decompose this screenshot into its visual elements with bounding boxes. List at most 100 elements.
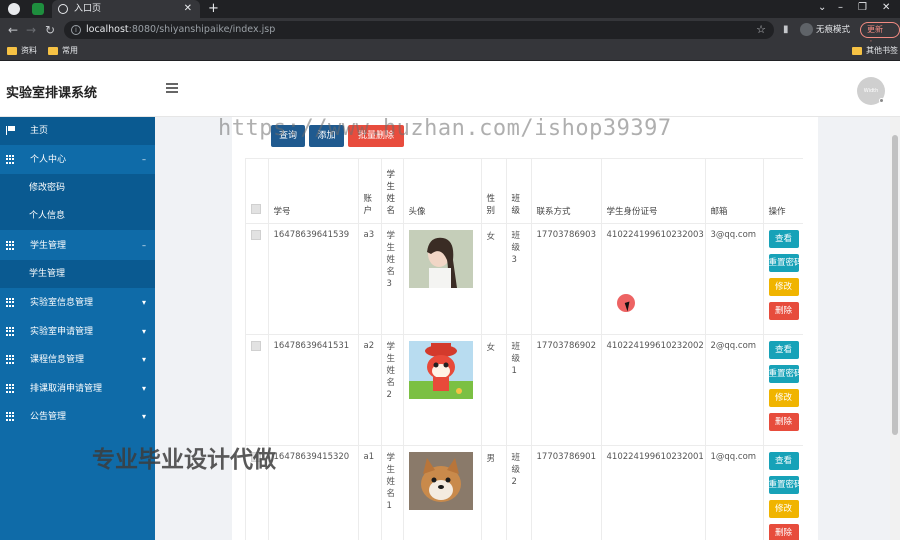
table-row: 16478639641531 a2 学生姓名2 女 班级1 1770378690… <box>246 334 803 446</box>
sidebar-item-personal-info[interactable]: 个人信息 <box>0 202 155 230</box>
flag-icon <box>6 126 15 135</box>
cell-gender: 女 <box>481 334 507 446</box>
sidebar-item-home[interactable]: 主页 <box>0 117 155 145</box>
cell-account: a1 <box>358 445 382 540</box>
collapse-icon: – <box>142 155 146 164</box>
col-header: 学号 <box>268 159 359 224</box>
cell-idcard: 410224199610232002 <box>601 334 706 446</box>
row-checkbox[interactable] <box>246 223 269 335</box>
expand-icon: ▾ <box>141 384 146 393</box>
minimize-button[interactable]: – <box>838 0 843 16</box>
sidebar-item-lab-apply[interactable]: 实验室申请管理 ▾ <box>0 318 155 346</box>
view-button[interactable]: 查看 <box>768 340 799 359</box>
watermark-url: https://www.huzhan.com/ishop39397 <box>218 116 672 141</box>
new-tab-button[interactable]: + <box>208 0 219 17</box>
view-button[interactable]: 查看 <box>768 451 799 470</box>
table-row: 16478639641539 a3 学生姓名3 女 班级3 1770378690… <box>246 223 803 335</box>
sidebar-item-personal-center[interactable]: 个人中心 – <box>0 146 155 174</box>
col-header: 操作 <box>763 159 803 224</box>
expand-icon: ▾ <box>141 412 146 421</box>
reset-password-button[interactable]: 重置密码 <box>768 253 799 272</box>
grid-icon <box>6 155 15 164</box>
site-info-icon[interactable]: i <box>71 25 81 35</box>
browser-tab-bar: 入口页 ✕ + ⌄ – ❐ ✕ <box>0 0 900 18</box>
avatar-photo-girl[interactable] <box>408 229 473 288</box>
edit-button[interactable]: 修改 <box>768 277 799 296</box>
sidebar: 主页 个人中心 – 修改密码 个人信息 学生管理 – 学生管理 实验室信息管理 … <box>0 117 155 540</box>
menu-toggle-icon[interactable] <box>166 83 178 93</box>
cell-actions: 查看 重置密码 修改 删除 <box>763 223 803 335</box>
grid-icon <box>6 241 15 250</box>
browser-toolbar: ← → ↻ i localhost:8080/shiyanshipaike/in… <box>0 18 900 48</box>
view-button[interactable]: 查看 <box>768 229 799 248</box>
user-avatar[interactable]: Width <box>857 77 885 105</box>
cell-class: 班级2 <box>506 445 532 540</box>
sidebar-item-lab-info[interactable]: 实验室信息管理 ▾ <box>0 289 155 317</box>
other-bookmarks[interactable]: 其他书签 <box>852 42 898 60</box>
cell-phone: 17703786903 <box>531 223 602 335</box>
collapse-icon: – <box>142 241 146 250</box>
tab-active[interactable]: 入口页 ✕ <box>52 0 200 18</box>
avatar-photo-dog[interactable] <box>408 451 473 510</box>
cell-idcard: 410224199610232001 <box>601 445 706 540</box>
cell-actions: 查看 重置密码 修改 删除 <box>763 445 803 540</box>
col-header: 账户 <box>358 159 382 224</box>
reload-button[interactable]: ↻ <box>45 21 55 39</box>
cell-name: 学生姓名1 <box>381 445 404 540</box>
cell-name: 学生姓名3 <box>381 223 404 335</box>
folder-icon <box>852 47 862 55</box>
page-scrollbar-thumb[interactable] <box>892 135 898 435</box>
delete-button[interactable]: 删除 <box>768 523 799 540</box>
sidebar-item-student-mgmt-sub[interactable]: 学生管理 <box>0 260 155 288</box>
sidebar-item-student-mgmt[interactable]: 学生管理 – <box>0 232 155 260</box>
reset-password-button[interactable]: 重置密码 <box>768 364 799 383</box>
col-header: 头像 <box>403 159 482 224</box>
status-dot <box>879 98 884 103</box>
cell-email: 2@qq.com <box>705 334 764 446</box>
folder-icon <box>48 47 58 55</box>
reset-password-button[interactable]: 重置密码 <box>768 475 799 494</box>
tab-search-icon[interactable]: ⌄ <box>818 0 826 16</box>
delete-button[interactable]: 删除 <box>768 412 799 431</box>
bookmark-star-icon[interactable]: ☆ <box>756 21 766 39</box>
incognito-indicator[interactable]: 无痕模式 <box>800 21 850 39</box>
cell-account: a2 <box>358 334 382 446</box>
avatar-cartoon-fox[interactable] <box>408 340 473 399</box>
cell-idcard: 410224199610232003 <box>601 223 706 335</box>
browser-logo-icon[interactable] <box>8 3 20 15</box>
cell-avatar <box>403 223 482 335</box>
cell-class: 班级3 <box>506 223 532 335</box>
sidebar-item-course-info[interactable]: 课程信息管理 ▾ <box>0 346 155 374</box>
expand-icon: ▾ <box>141 327 146 336</box>
cell-phone: 17703786901 <box>531 445 602 540</box>
url-host: localhost <box>86 24 129 35</box>
delete-button[interactable]: 删除 <box>768 301 799 320</box>
cell-gender: 女 <box>481 223 507 335</box>
edit-button[interactable]: 修改 <box>768 388 799 407</box>
sidebar-item-schedule-cancel[interactable]: 排课取消申请管理 ▾ <box>0 375 155 403</box>
sheets-tab-icon[interactable] <box>32 3 44 15</box>
close-window-button[interactable]: ✕ <box>882 0 890 16</box>
app-title: 实验室排课系统 <box>6 86 98 101</box>
incognito-icon <box>800 23 813 36</box>
row-checkbox[interactable] <box>246 334 269 446</box>
select-all-checkbox[interactable] <box>246 159 269 224</box>
bookmark-folder-changyong[interactable]: 常用 <box>48 42 78 60</box>
table-row: 16478639415320 a1 学生姓名1 男 班级2 1770378690… <box>246 445 803 540</box>
sidebar-item-change-password[interactable]: 修改密码 <box>0 174 155 202</box>
forward-button[interactable]: → <box>26 21 36 39</box>
tab-title: 入口页 <box>74 4 102 14</box>
sidebar-item-notice[interactable]: 公告管理 ▾ <box>0 403 155 431</box>
cell-name: 学生姓名2 <box>381 334 404 446</box>
address-bar[interactable]: i localhost:8080/shiyanshipaike/index.js… <box>64 21 774 39</box>
table-header-row: 学号 账户 学生姓名 头像 性别 班级 联系方式 学生身份证号 邮箱 操作 <box>246 159 803 224</box>
grid-icon <box>6 384 15 393</box>
tab-close-icon[interactable]: ✕ <box>184 0 192 18</box>
back-button[interactable]: ← <box>8 21 18 39</box>
col-header: 联系方式 <box>531 159 602 224</box>
sidepanel-icon[interactable]: ▮ <box>783 21 789 39</box>
bookmark-folder-ziliao[interactable]: 资料 <box>7 42 37 60</box>
edit-button[interactable]: 修改 <box>768 499 799 518</box>
restore-button[interactable]: ❐ <box>858 0 867 16</box>
update-button[interactable]: 更新 ⋮ <box>860 22 900 48</box>
